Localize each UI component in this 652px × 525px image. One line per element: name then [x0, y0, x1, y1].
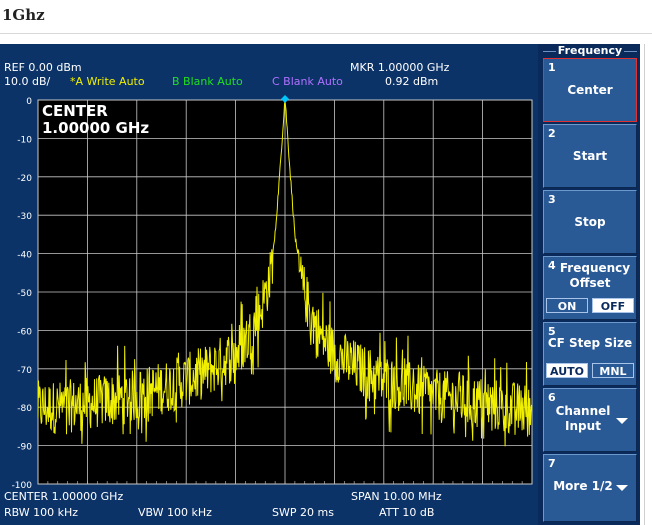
softkey-number: 7: [548, 457, 556, 470]
softkey-label: Center: [567, 83, 613, 97]
y-tick-label: -30: [17, 212, 32, 222]
center-frequency-readout: CENTER 1.00000 GHz: [4, 490, 124, 503]
vbw-readout: VBW 100 kHz: [138, 506, 212, 519]
cf-step-auto-option[interactable]: AUTO: [546, 363, 588, 378]
y-tick-label: -60: [17, 327, 32, 337]
spectrum-plot[interactable]: 0-10-20-30-40-50-60-70-80-90-100 CENTER …: [0, 44, 538, 525]
rbw-readout: RBW 100 kHz: [4, 506, 79, 519]
softkey-number: 2: [548, 127, 556, 140]
y-tick-label: -70: [17, 366, 32, 376]
softkey-channel-input[interactable]: 6 Channel Input: [543, 388, 637, 452]
sweep-readout: SWP 20 ms: [272, 506, 334, 519]
softkey-label: CF Step Size: [547, 336, 633, 350]
softkey-label: Stop: [574, 215, 606, 229]
y-tick-label: -40: [17, 251, 32, 261]
softkey-stop[interactable]: 3 Stop: [543, 190, 637, 254]
softkey-more[interactable]: 7 More 1/2: [543, 454, 637, 522]
y-tick-label: -50: [17, 289, 32, 299]
softkey-label-line1: Frequency: [559, 261, 631, 275]
center-value-text: 1.00000 GHz: [42, 119, 149, 137]
softkey-frequency-offset[interactable]: 4 Frequency Offset ON OFF: [543, 256, 637, 320]
softkey-center[interactable]: 1 Center: [543, 58, 637, 122]
y-tick-label: 0: [26, 97, 32, 107]
softkey-label-line2: Offset: [569, 276, 611, 290]
cf-step-mnl-option[interactable]: MNL: [592, 363, 634, 378]
y-tick-label: -20: [17, 174, 32, 184]
softkey-panel: Frequency 1 Center 2 Start 3 Stop 4 Freq…: [539, 44, 640, 525]
offset-toggle: ON OFF: [546, 298, 634, 314]
cf-step-toggle: AUTO MNL: [546, 363, 634, 379]
analyzer-screen: REF 0.00 dBm 10.0 dB/ *A Write Auto B Bl…: [0, 44, 538, 525]
page-title: 1Ghz: [2, 6, 45, 24]
softkey-start[interactable]: 2 Start: [543, 124, 637, 188]
softkey-label-line2: Input: [565, 419, 601, 433]
softkey-number: 1: [548, 61, 556, 74]
chevron-down-icon: [616, 485, 628, 491]
y-tick-label: -10: [17, 135, 32, 145]
softkey-menu-title: Frequency: [543, 44, 637, 57]
softkey-label: More 1/2: [553, 479, 613, 493]
softkey-label: Start: [572, 149, 608, 163]
softkey-label-line1: Channel: [555, 404, 611, 418]
softkey-cf-step-size[interactable]: 5 CF Step Size AUTO MNL: [543, 322, 637, 386]
softkey-number: 6: [548, 391, 556, 404]
y-axis-ticks: 0-10-20-30-40-50-60-70-80-90-100: [12, 97, 33, 491]
spectrum-analyzer-panel: REF 0.00 dBm 10.0 dB/ *A Write Auto B Bl…: [0, 44, 640, 525]
softkey-menu-title-text: Frequency: [555, 44, 625, 57]
softkey-number: 3: [548, 193, 556, 206]
attenuation-readout: ATT 10 dB: [379, 506, 435, 519]
span-readout: SPAN 10.00 MHz: [351, 490, 442, 503]
chevron-down-icon: [616, 418, 628, 424]
divider: [0, 33, 652, 34]
y-tick-label: -80: [17, 404, 32, 414]
window-edge: [644, 44, 652, 525]
y-tick-label: -90: [17, 443, 32, 453]
offset-off-option[interactable]: OFF: [592, 298, 634, 313]
center-title-text: CENTER: [42, 102, 108, 120]
offset-on-option[interactable]: ON: [546, 298, 588, 313]
